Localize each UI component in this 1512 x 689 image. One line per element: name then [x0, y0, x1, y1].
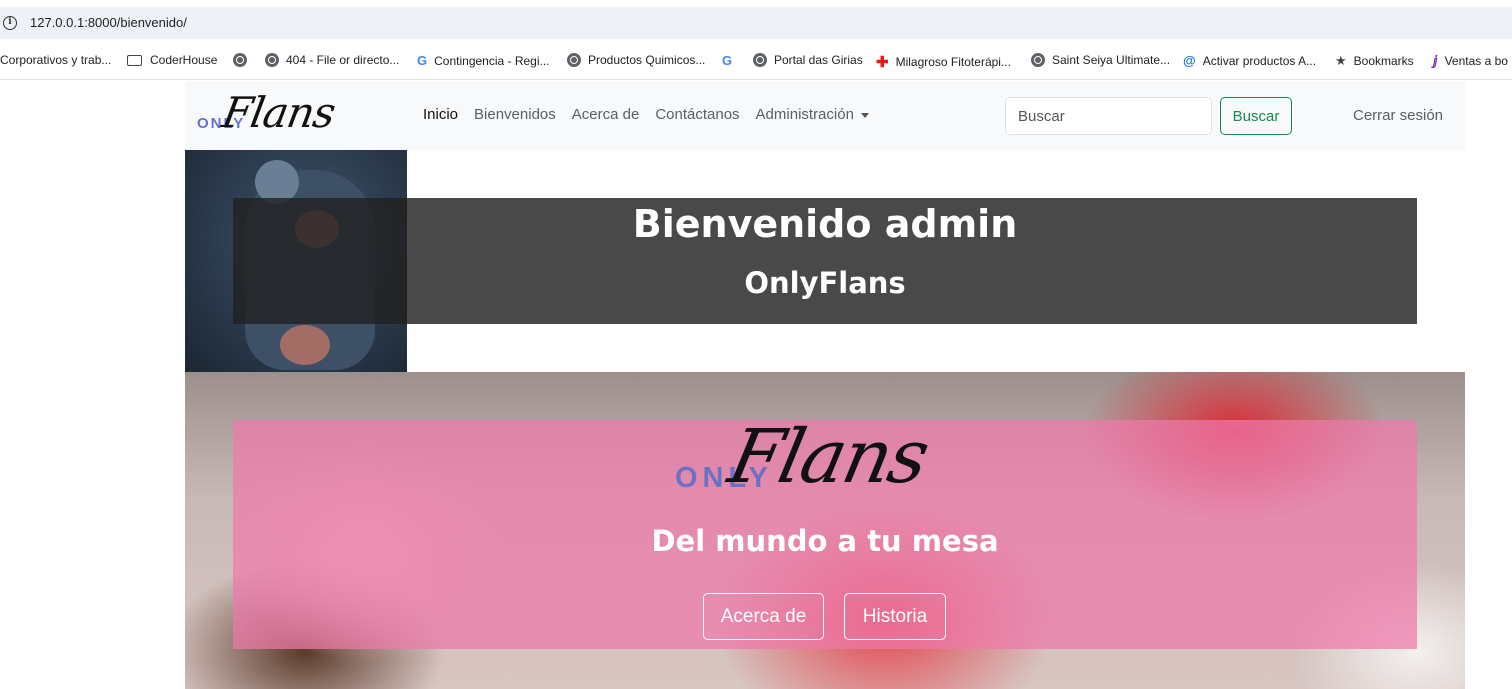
bookmark-milagroso[interactable]: ✚ Milagroso Fitoterápi... — [876, 53, 1011, 71]
logout-link[interactable]: Cerrar sesión — [1353, 107, 1443, 124]
dropdown-label: Administración — [755, 106, 854, 123]
bookmark-404[interactable]: 404 - File or directo... — [265, 53, 399, 67]
bookmark-bookmarks[interactable]: ★ Bookmarks — [1335, 53, 1414, 69]
url-text[interactable]: 127.0.0.1:8000/bienvenido/ — [30, 15, 187, 30]
bookmark-label: Bookmarks — [1353, 54, 1414, 68]
browser-address-bar: i 127.0.0.1:8000/bienvenido/ — [0, 0, 1512, 42]
bookmark-label: 404 - File or directo... — [286, 53, 400, 67]
bookmark-label: Corporativos y trab... — [0, 53, 112, 67]
bookmark-girias[interactable]: Portal das Girias — [753, 53, 863, 67]
hero-tagline: Del mundo a tu mesa — [651, 524, 999, 558]
folder-icon — [127, 54, 142, 66]
welcome-subtitle: OnlyFlans — [744, 266, 906, 300]
hero-logo: ONLY Flans — [673, 414, 983, 500]
google-icon: G — [417, 53, 428, 68]
purple-app-icon: ⅉ — [1433, 53, 1438, 68]
bookmark-productos[interactable]: Productos Quimicos... — [567, 53, 705, 67]
bookmark-corporativos[interactable]: Corporativos y trab... — [0, 53, 111, 67]
bookmark-ventas[interactable]: ⅉ Ventas a bo — [1433, 53, 1508, 69]
rat-hand-shape — [280, 325, 330, 365]
bookmark-label: CoderHouse — [150, 53, 218, 67]
globe-icon — [753, 53, 767, 67]
globe-icon — [233, 53, 247, 67]
app-icon: @ — [1183, 53, 1196, 68]
globe-icon — [265, 53, 279, 67]
bookmark-contingencia[interactable]: G Contingencia - Regi... — [417, 53, 550, 68]
globe-icon — [567, 53, 581, 67]
bookmark-label: Milagroso Fitoterápi... — [895, 55, 1011, 69]
bookmark-label: Saint Seiya Ultimate... — [1052, 53, 1171, 67]
site-info-icon[interactable]: i — [3, 16, 17, 30]
google-icon: G — [722, 53, 733, 68]
nav-links: Inicio Bienvenidos Acerca de Contáctanos… — [423, 106, 869, 123]
bookmark-label: Activar productos A... — [1202, 53, 1317, 68]
red-cross-icon: ✚ — [876, 54, 889, 71]
search-button[interactable]: Buscar — [1220, 97, 1292, 135]
bookmark-globe[interactable] — [233, 53, 254, 67]
welcome-title: Bienvenido admin — [632, 202, 1018, 246]
bookmark-label: Portal das Girias — [774, 53, 863, 67]
hero-overlay: ONLY Flans Del mundo a tu mesa Acerca de… — [233, 414, 1417, 649]
caret-down-icon — [860, 112, 869, 118]
nav-link-acerca-de[interactable]: Acerca de — [572, 106, 640, 123]
nav-link-bienvenidos[interactable]: Bienvenidos — [474, 106, 556, 123]
about-button[interactable]: Acerca de — [703, 593, 824, 640]
bookmarks-bar: Corporativos y trab... CoderHouse 404 - … — [0, 42, 1512, 80]
welcome-banner: Bienvenido admin OnlyFlans — [233, 198, 1417, 324]
brand-logo[interactable]: ONLY Flans — [197, 87, 357, 143]
bookmark-google[interactable]: G — [722, 53, 739, 68]
nav-link-inicio[interactable]: Inicio — [423, 106, 458, 123]
star-icon: ★ — [1335, 53, 1347, 68]
bookmark-coderhouse[interactable]: CoderHouse — [127, 53, 217, 67]
bookmark-saint-seiya[interactable]: Saint Seiya Ultimate... — [1031, 53, 1170, 67]
hero-logo-flans: Flans — [721, 414, 935, 500]
bookmark-label: Productos Quimicos... — [588, 53, 706, 67]
search-input[interactable] — [1005, 97, 1212, 135]
bookmark-activar[interactable]: @ Activar productos A... — [1183, 53, 1316, 68]
history-button[interactable]: Historia — [844, 593, 946, 640]
brand-flans-text: Flans — [218, 88, 339, 137]
site-navbar: ONLY Flans Inicio Bienvenidos Acerca de … — [185, 81, 1465, 150]
bookmark-label: Ventas a bo — [1444, 54, 1508, 68]
url-field[interactable]: i 127.0.0.1:8000/bienvenido/ — [0, 7, 1512, 39]
bookmark-label: Contingencia - Regi... — [434, 53, 550, 68]
nav-link-contactanos[interactable]: Contáctanos — [655, 106, 739, 123]
globe-icon — [1031, 53, 1045, 67]
nav-dropdown-administracion[interactable]: Administración — [756, 106, 869, 123]
